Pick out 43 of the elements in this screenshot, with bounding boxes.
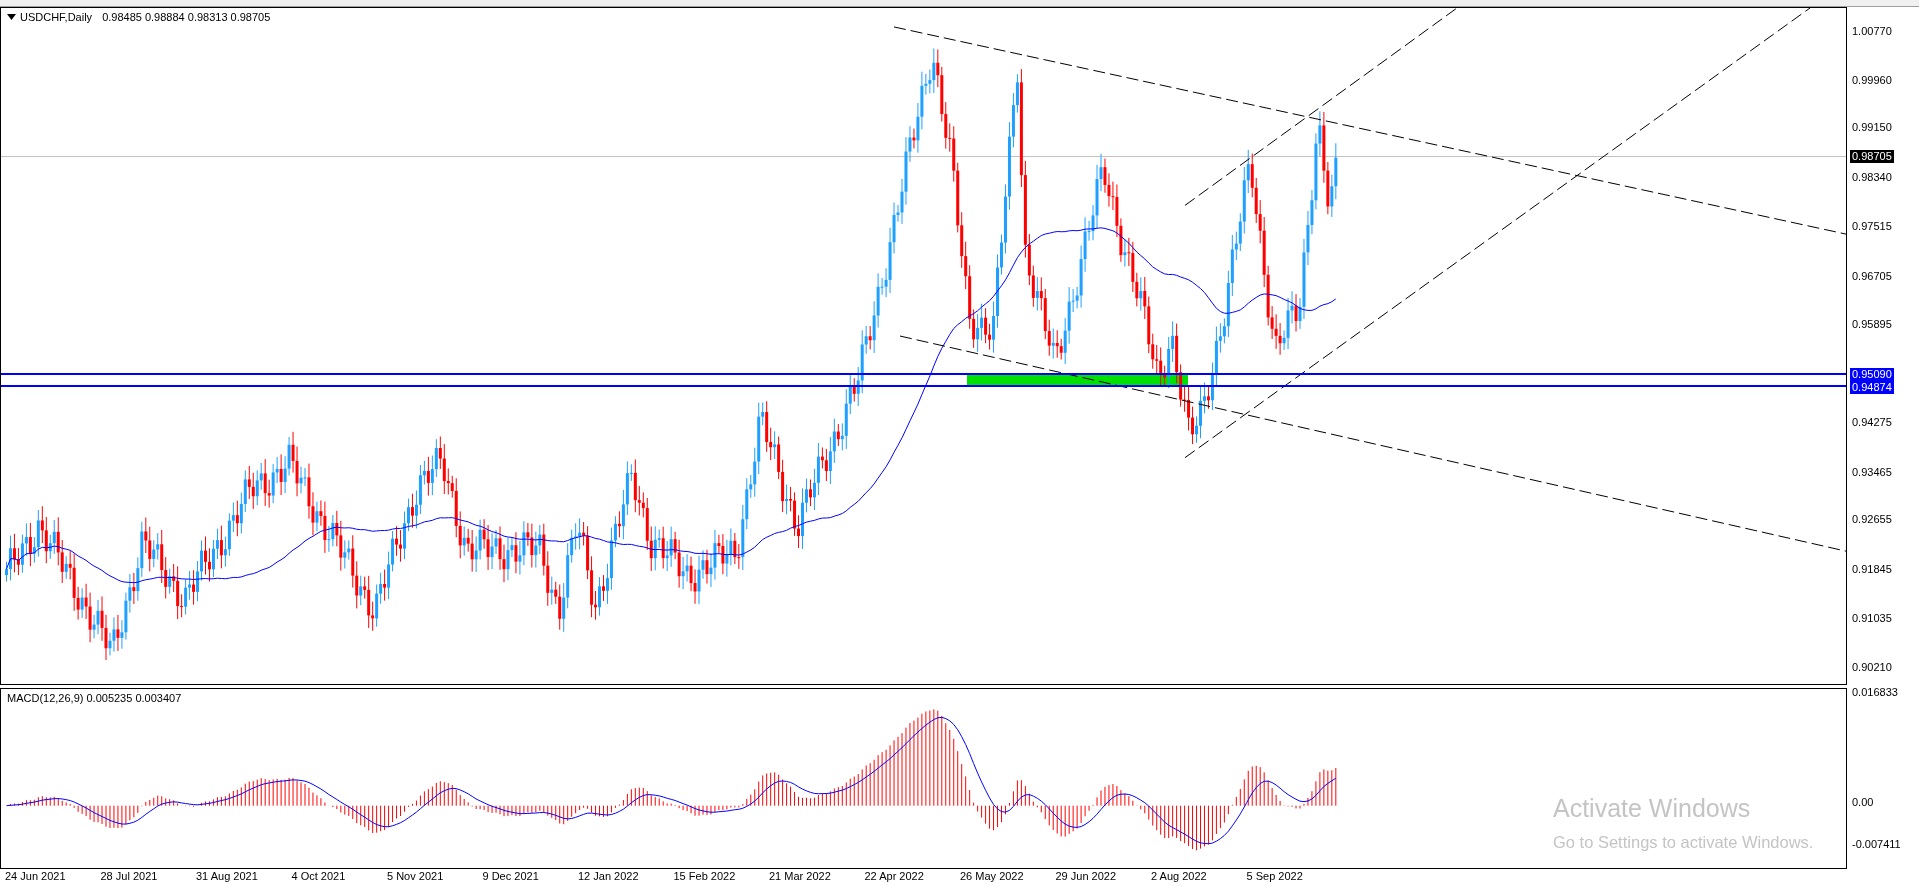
macd-tick-label: 0.016833: [1851, 686, 1899, 699]
price-tick-label: 0.96705: [1851, 270, 1893, 283]
price-tick-label: 1.00770: [1851, 25, 1893, 38]
symbol-timeframe: USDCHF,Daily: [20, 11, 93, 23]
level-price-label: 0.94874: [1850, 381, 1894, 394]
trend-line[interactable]: [899, 335, 1846, 552]
moving-average-line[interactable]: [6, 227, 1337, 584]
dropdown-triangle-icon[interactable]: [7, 14, 16, 20]
price-tick-label: 0.94275: [1851, 416, 1893, 429]
price-tick-label: 0.98340: [1851, 171, 1893, 184]
date-label: 21 Mar 2022: [769, 870, 831, 882]
price-tick-label: 0.99960: [1851, 74, 1893, 87]
date-label: 29 Jun 2022: [1055, 870, 1117, 882]
date-label: 24 Jun 2021: [5, 870, 66, 882]
date-label: 15 Feb 2022: [673, 870, 736, 882]
date-label: 4 Oct 2021: [291, 870, 346, 882]
ohlc-values: 0.98485 0.98884 0.98313 0.98705: [102, 11, 271, 23]
price-tick-label: 0.90210: [1851, 661, 1893, 674]
macd-indicator-label: MACD(12,26,9) 0.005235 0.003407: [7, 692, 182, 704]
date-label: 28 Jul 2021: [100, 870, 158, 882]
date-label: 9 Dec 2021: [482, 870, 539, 882]
date-label: 12 Jan 2022: [578, 870, 639, 882]
date-label: 2 Aug 2022: [1151, 870, 1207, 882]
date-label: 31 Aug 2021: [196, 870, 258, 882]
activation-title: Activate Windows: [1553, 794, 1752, 822]
level-price-label: 0.95090: [1850, 368, 1894, 381]
price-tick-label: 0.95895: [1851, 318, 1893, 331]
date-label: 26 May 2022: [960, 870, 1024, 882]
horizontal-level-line[interactable]: [1, 372, 1846, 375]
date-label: 5 Sep 2022: [1246, 870, 1303, 882]
macd-tick-label: -0.007411: [1851, 838, 1902, 851]
current-price-label: 0.98705: [1850, 150, 1894, 163]
macd-tick-label: 0.00: [1851, 796, 1875, 809]
price-tick-label: 0.93465: [1851, 466, 1893, 479]
date-label: 5 Nov 2021: [387, 870, 444, 882]
price-tick-label: 0.97515: [1851, 220, 1893, 233]
price-tick-label: 0.99150: [1851, 121, 1893, 134]
activation-message: Go to Settings to activate Windows.: [1553, 832, 1814, 852]
horizontal-level-line[interactable]: [1, 384, 1846, 387]
price-tick-label: 0.91035: [1851, 612, 1893, 625]
price-tick-label: 0.92655: [1851, 513, 1893, 526]
date-label: 22 Apr 2022: [864, 870, 924, 882]
price-tick-label: 0.91845: [1851, 563, 1893, 576]
